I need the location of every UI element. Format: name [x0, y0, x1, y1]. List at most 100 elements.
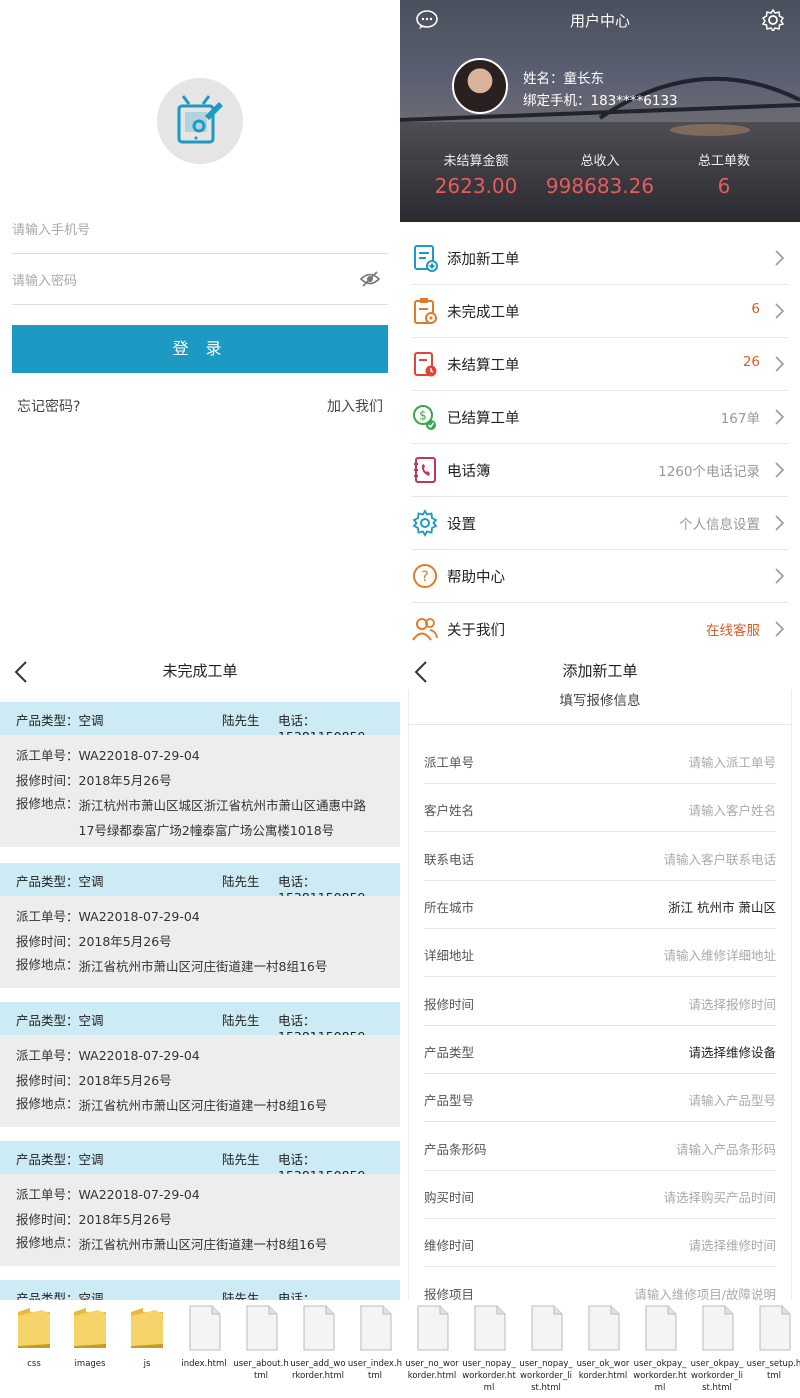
menu-about-us[interactable]: 关于我们 在线客服: [412, 603, 788, 656]
field-repair-date[interactable]: 维修时间 请选择维修时间: [424, 1219, 776, 1267]
menu-value: 个人信息设置: [679, 517, 760, 533]
field-product-barcode[interactable]: 产品条形码 请输入产品条形码: [424, 1123, 776, 1171]
user-name: 姓名：童长东: [523, 71, 604, 87]
customer-phone[interactable]: 电话：15381150859: [278, 1288, 400, 1300]
customer-name: 陆先生: [222, 1013, 260, 1028]
order-card[interactable]: 产品类型：空调 陆先生 电话：15381150859 派工单号：WA22018-…: [0, 863, 400, 988]
menu-unsettled-orders[interactable]: 未结算工单 26: [412, 338, 788, 391]
order-number: 派工单号：WA22018-07-29-04: [16, 748, 200, 763]
file-item[interactable]: user_ok_workorder.html: [575, 1304, 631, 1382]
field-product-type[interactable]: 产品类型 请选择维修设备: [424, 1026, 776, 1074]
menu-phonebook[interactable]: 电话簿 1260个电话记录: [412, 444, 788, 497]
date-picker[interactable]: 请选择报修时间: [688, 994, 776, 1013]
gear-icon: [412, 509, 438, 537]
file-item[interactable]: user_add_workorder.html: [290, 1304, 346, 1382]
product-type: 产品类型：空调: [16, 1291, 104, 1300]
city-picker[interactable]: 浙江 杭州市 萧山区: [668, 897, 776, 916]
field-repair-time[interactable]: 报修时间 请选择报修时间: [424, 978, 776, 1026]
field-purchase-time[interactable]: 购买时间 请选择购买产品时间: [424, 1171, 776, 1219]
field-input[interactable]: 请输入派工单号: [688, 752, 776, 771]
file-name: user_okpay_workorder.html: [633, 1359, 687, 1393]
order-card[interactable]: 产品类型：空调 陆先生 电话：15381150859: [0, 1280, 400, 1300]
file-item[interactable]: index.html: [176, 1304, 232, 1370]
menu-unfinished-orders[interactable]: 未完成工单 6: [412, 285, 788, 338]
password-input[interactable]: [12, 257, 332, 305]
svg-text:?: ?: [421, 569, 428, 585]
field-label: 报修时间: [424, 997, 475, 1012]
menu-help-center[interactable]: ? 帮助中心: [412, 550, 788, 603]
online-service-link[interactable]: 在线客服: [706, 619, 760, 639]
file-item[interactable]: user_okpay_workorder.html: [632, 1304, 688, 1394]
date-picker[interactable]: 请选择购买产品时间: [663, 1187, 776, 1206]
menu-count-badge: 6: [751, 301, 760, 317]
file-name: user_no_workorder.html: [405, 1359, 459, 1381]
folder-item[interactable]: js: [119, 1304, 175, 1370]
html-file-icon: [645, 1305, 677, 1351]
settings-gear-icon[interactable]: [762, 9, 784, 31]
total-income-value: 998683.26: [545, 174, 655, 198]
password-field[interactable]: [12, 257, 388, 305]
file-item[interactable]: user_okpay_workorder_list.html: [689, 1304, 745, 1394]
html-file-icon: [588, 1305, 620, 1351]
order-card[interactable]: 产品类型：空调 陆先生 电话：15381150859 派工单号：WA22018-…: [0, 1141, 400, 1266]
order-card-header: 产品类型：空调 陆先生 电话：15381150859: [0, 863, 400, 905]
phone-input[interactable]: [12, 206, 332, 254]
menu-value: 1260个电话记录: [658, 464, 760, 480]
field-input[interactable]: 请输入维修详细地址: [663, 945, 776, 964]
folder-item[interactable]: images: [62, 1304, 118, 1370]
order-number: 派工单号：WA22018-07-29-04: [16, 1187, 200, 1202]
field-label: 联系电话: [424, 852, 475, 867]
menu-settled-orders[interactable]: $ 已结算工单 167单: [412, 391, 788, 444]
customer-name: 陆先生: [222, 1152, 260, 1167]
field-product-model[interactable]: 产品型号 请输入产品型号: [424, 1074, 776, 1122]
file-item[interactable]: user_nopay_workorder_list.html: [518, 1304, 574, 1394]
profile-header: 用户中心 姓名：童长东 绑定手机：183****6133 未结算金额 2623.…: [400, 0, 800, 222]
file-name: user_about.html: [233, 1359, 289, 1381]
add-document-icon: [414, 245, 438, 272]
file-name: images: [74, 1359, 106, 1369]
total-orders-label: 总工单数: [697, 154, 750, 169]
field-input[interactable]: 请输入维修项目/故障说明: [634, 1284, 776, 1300]
avatar[interactable]: [452, 58, 508, 114]
login-screen: 登 录 忘记密码? 加入我们: [0, 0, 400, 650]
order-card[interactable]: 产品类型：空调 陆先生 电话：15381150859 派工单号：WA22018-…: [0, 1002, 400, 1127]
field-label: 购买时间: [424, 1190, 475, 1205]
chevron-right-icon: [775, 303, 784, 319]
phone-field[interactable]: [12, 206, 388, 254]
field-order-number[interactable]: 派工单号 请输入派工单号: [424, 736, 776, 784]
order-card[interactable]: 产品类型：空调 陆先生 电话：15381150859 派工单号：WA22018-…: [0, 702, 400, 847]
chevron-right-icon: [775, 409, 784, 425]
device-select[interactable]: 请选择维修设备: [688, 1042, 776, 1061]
customer-name: 陆先生: [222, 1291, 260, 1300]
file-item[interactable]: user_no_workorder.html: [404, 1304, 460, 1382]
date-picker[interactable]: 请选择维修时间: [688, 1235, 776, 1254]
forgot-password-link[interactable]: 忘记密码?: [17, 396, 80, 416]
field-contact-phone[interactable]: 联系电话 请输入客户联系电话: [424, 833, 776, 881]
folder-icon: [74, 1308, 106, 1348]
field-input[interactable]: 请输入客户姓名: [688, 800, 776, 819]
field-input[interactable]: 请输入产品条形码: [676, 1139, 776, 1158]
folder-item[interactable]: css: [6, 1304, 62, 1370]
eye-hidden-icon[interactable]: [360, 271, 380, 287]
file-item[interactable]: user_nopay_workorder.html: [461, 1304, 517, 1394]
field-detail-address[interactable]: 详细地址 请输入维修详细地址: [424, 929, 776, 977]
field-customer-name[interactable]: 客户姓名 请输入客户姓名: [424, 784, 776, 832]
file-item[interactable]: user_setup.html: [746, 1304, 800, 1382]
field-label: 维修时间: [424, 1238, 475, 1253]
join-us-link[interactable]: 加入我们: [327, 396, 383, 416]
file-name: index.html: [181, 1359, 227, 1369]
menu-add-order[interactable]: 添加新工单: [412, 232, 788, 285]
field-input[interactable]: 请输入客户联系电话: [663, 849, 776, 868]
login-button[interactable]: 登 录: [12, 325, 388, 373]
file-item[interactable]: user_about.html: [233, 1304, 289, 1382]
field-input[interactable]: 请输入产品型号: [688, 1090, 776, 1109]
field-repair-items[interactable]: 报修项目 请输入维修项目/故障说明: [424, 1268, 776, 1300]
chevron-right-icon: [775, 462, 784, 478]
field-city[interactable]: 所在城市 浙江 杭州市 萧山区: [424, 881, 776, 929]
menu-settings[interactable]: 设置 个人信息设置: [412, 497, 788, 550]
file-name: user_nopay_workorder.html: [462, 1359, 516, 1393]
file-item[interactable]: user_index.html: [347, 1304, 403, 1382]
html-file-icon: [702, 1305, 734, 1351]
chevron-right-icon: [775, 250, 784, 266]
repair-address: 浙江省杭州市萧山区河庄街道建一村8组16号: [78, 959, 328, 974]
